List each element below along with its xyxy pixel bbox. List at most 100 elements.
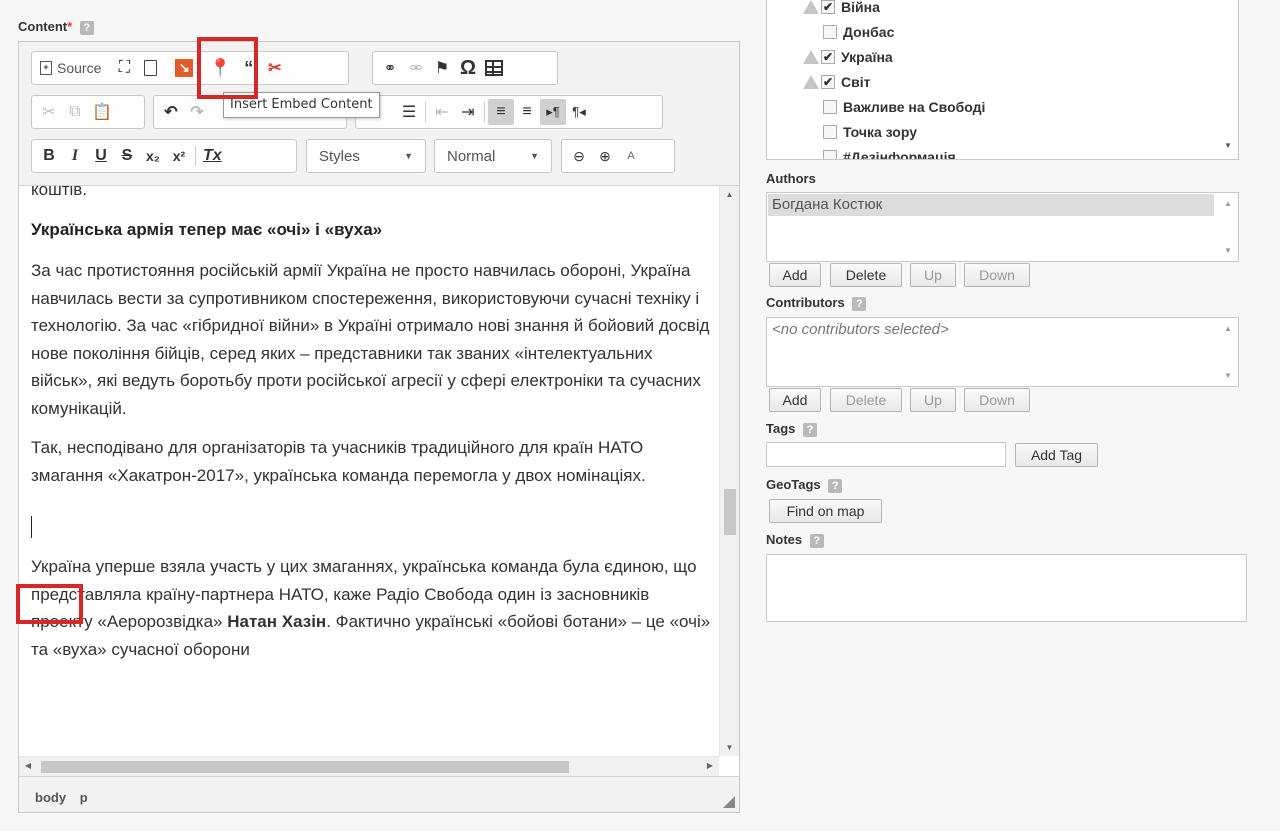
- zoom-in-button[interactable]: ⊕: [592, 143, 618, 169]
- bulleted-list-button[interactable]: ☰: [396, 99, 422, 125]
- insert-embed-button[interactable]: ↘: [171, 55, 197, 81]
- maximize-icon: ⛶: [118, 59, 130, 76]
- editor-body[interactable]: коштів. Українська армія тепер має «очі»…: [19, 186, 719, 756]
- category-item[interactable]: ✔ Україна: [803, 49, 893, 65]
- align-right-button[interactable]: ≡: [514, 99, 540, 125]
- help-icon[interactable]: ?: [809, 533, 824, 548]
- ltr-button[interactable]: ▸¶: [540, 99, 566, 125]
- unlink-button[interactable]: ⚮: [403, 55, 429, 81]
- add-tag-button[interactable]: Add Tag: [1015, 443, 1098, 467]
- rtl-button[interactable]: ¶◂: [566, 99, 592, 125]
- unlink-icon: ⚮: [409, 60, 423, 77]
- contributors-down-button[interactable]: Down: [964, 388, 1030, 412]
- scroll-up-icon[interactable]: ▲: [1218, 199, 1238, 208]
- scrollbar-thumb[interactable]: [724, 489, 736, 535]
- contributors-add-button[interactable]: Add: [769, 388, 821, 412]
- indent-button[interactable]: ⇥: [455, 99, 481, 125]
- authors-list[interactable]: Богдана Костюк ▲ ▼: [766, 192, 1239, 262]
- help-icon[interactable]: ?: [803, 422, 818, 437]
- scroll-up-icon[interactable]: ▲: [1218, 324, 1238, 333]
- scrollbar-thumb[interactable]: [41, 761, 569, 773]
- authors-add-button[interactable]: Add: [769, 263, 821, 287]
- cut-button[interactable]: ✂: [36, 99, 62, 125]
- path-item-body[interactable]: body: [35, 790, 66, 805]
- link-button[interactable]: ⚭: [377, 55, 403, 81]
- scroll-down-icon[interactable]: ▼: [1218, 141, 1238, 150]
- copy-button[interactable]: ⧉: [62, 99, 88, 125]
- zoom-reset-button[interactable]: A: [618, 143, 644, 169]
- align-left-button[interactable]: ≡: [488, 99, 514, 125]
- styles-select-label: Styles: [319, 147, 360, 165]
- checkbox[interactable]: ✔: [821, 0, 835, 14]
- warning-icon: [803, 50, 819, 64]
- align-right-icon: ≡: [522, 103, 532, 120]
- help-icon[interactable]: ?: [828, 478, 843, 493]
- zoom-out-button[interactable]: ⊖: [566, 143, 592, 169]
- format-select[interactable]: Normal ▼: [434, 139, 552, 173]
- contributors-up-button[interactable]: Up: [910, 388, 956, 412]
- help-icon[interactable]: ?: [79, 20, 94, 35]
- editor-vertical-scrollbar[interactable]: ▲ ▼: [719, 186, 739, 756]
- contributors-scrollbar[interactable]: ▲ ▼: [1218, 318, 1238, 386]
- checkbox[interactable]: ✔: [821, 75, 835, 89]
- category-item[interactable]: Важливе на Свободі: [823, 99, 985, 115]
- path-item-p[interactable]: p: [80, 790, 88, 805]
- superscript-icon: x²: [172, 148, 186, 164]
- subscript-button[interactable]: x₂: [140, 143, 166, 169]
- authors-up-button[interactable]: Up: [910, 263, 956, 287]
- scroll-right-icon[interactable]: ▶: [705, 761, 715, 770]
- remove-embed-button[interactable]: ✂: [262, 55, 288, 81]
- authors-down-button[interactable]: Down: [964, 263, 1030, 287]
- contributors-list[interactable]: <no contributors selected> ▲ ▼: [766, 317, 1239, 387]
- toolbar-group-paragraph: ☰ ⇤ ⇥ ≡ ≡ ▸¶ ¶◂: [355, 95, 663, 129]
- scroll-down-icon[interactable]: ▼: [1218, 246, 1238, 255]
- notes-textarea[interactable]: [766, 554, 1247, 622]
- scroll-down-icon[interactable]: ▼: [720, 743, 739, 752]
- scroll-down-icon[interactable]: ▼: [1218, 371, 1238, 380]
- empty-paragraph[interactable]: [31, 501, 711, 553]
- scroll-up-icon[interactable]: ▲: [720, 190, 739, 199]
- text-caret: [31, 516, 32, 538]
- tags-input[interactable]: [766, 442, 1006, 467]
- authors-scrollbar[interactable]: ▲ ▼: [1218, 193, 1238, 261]
- checkbox[interactable]: [823, 25, 837, 39]
- superscript-button[interactable]: x²: [166, 143, 192, 169]
- table-icon: [485, 60, 503, 76]
- checkbox[interactable]: [823, 125, 837, 139]
- anchor-button[interactable]: ⚑: [429, 55, 455, 81]
- outdent-button[interactable]: ⇤: [429, 99, 455, 125]
- remove-format-button[interactable]: Tx: [199, 143, 226, 169]
- category-item[interactable]: Точка зору: [823, 124, 917, 140]
- paste-button[interactable]: 📋: [88, 99, 116, 125]
- flag-icon: ⚑: [434, 60, 450, 77]
- find-on-map-button[interactable]: Find on map: [769, 499, 882, 523]
- authors-delete-button[interactable]: Delete: [830, 263, 902, 287]
- checkbox[interactable]: ✔: [821, 50, 835, 64]
- help-icon[interactable]: ?: [852, 296, 867, 311]
- maximize-button[interactable]: ⛶: [111, 55, 137, 81]
- show-blocks-button[interactable]: [137, 55, 163, 81]
- styles-select[interactable]: Styles ▼: [306, 139, 426, 173]
- source-button[interactable]: ◈ Source: [36, 55, 105, 81]
- special-char-button[interactable]: Ω: [455, 55, 481, 81]
- toolbar-group-insert: ⚭ ⚮ ⚑ Ω: [372, 51, 558, 85]
- editor-horizontal-scrollbar[interactable]: ◀ ▶: [19, 756, 719, 776]
- undo-button[interactable]: ↶: [158, 99, 184, 125]
- category-item[interactable]: Донбас: [823, 24, 894, 40]
- strikethrough-button[interactable]: S: [114, 143, 140, 169]
- scroll-left-icon[interactable]: ◀: [23, 761, 33, 770]
- checkbox[interactable]: [823, 150, 837, 159]
- italic-button[interactable]: I: [62, 143, 88, 169]
- table-button[interactable]: [481, 55, 507, 81]
- resize-handle-icon[interactable]: [723, 796, 735, 808]
- underline-button[interactable]: U: [88, 143, 114, 169]
- bold-button[interactable]: B: [36, 143, 62, 169]
- author-item[interactable]: Богдана Костюк: [768, 194, 1214, 216]
- category-item[interactable]: #Дезінформація: [823, 149, 956, 159]
- tags-label: Tags ?: [766, 421, 818, 437]
- checkbox[interactable]: [823, 100, 837, 114]
- redo-button[interactable]: ↷: [184, 99, 210, 125]
- contributors-delete-button[interactable]: Delete: [830, 388, 902, 412]
- category-item[interactable]: ✔ Світ: [803, 74, 870, 90]
- category-item[interactable]: ✔ Війна: [803, 0, 880, 15]
